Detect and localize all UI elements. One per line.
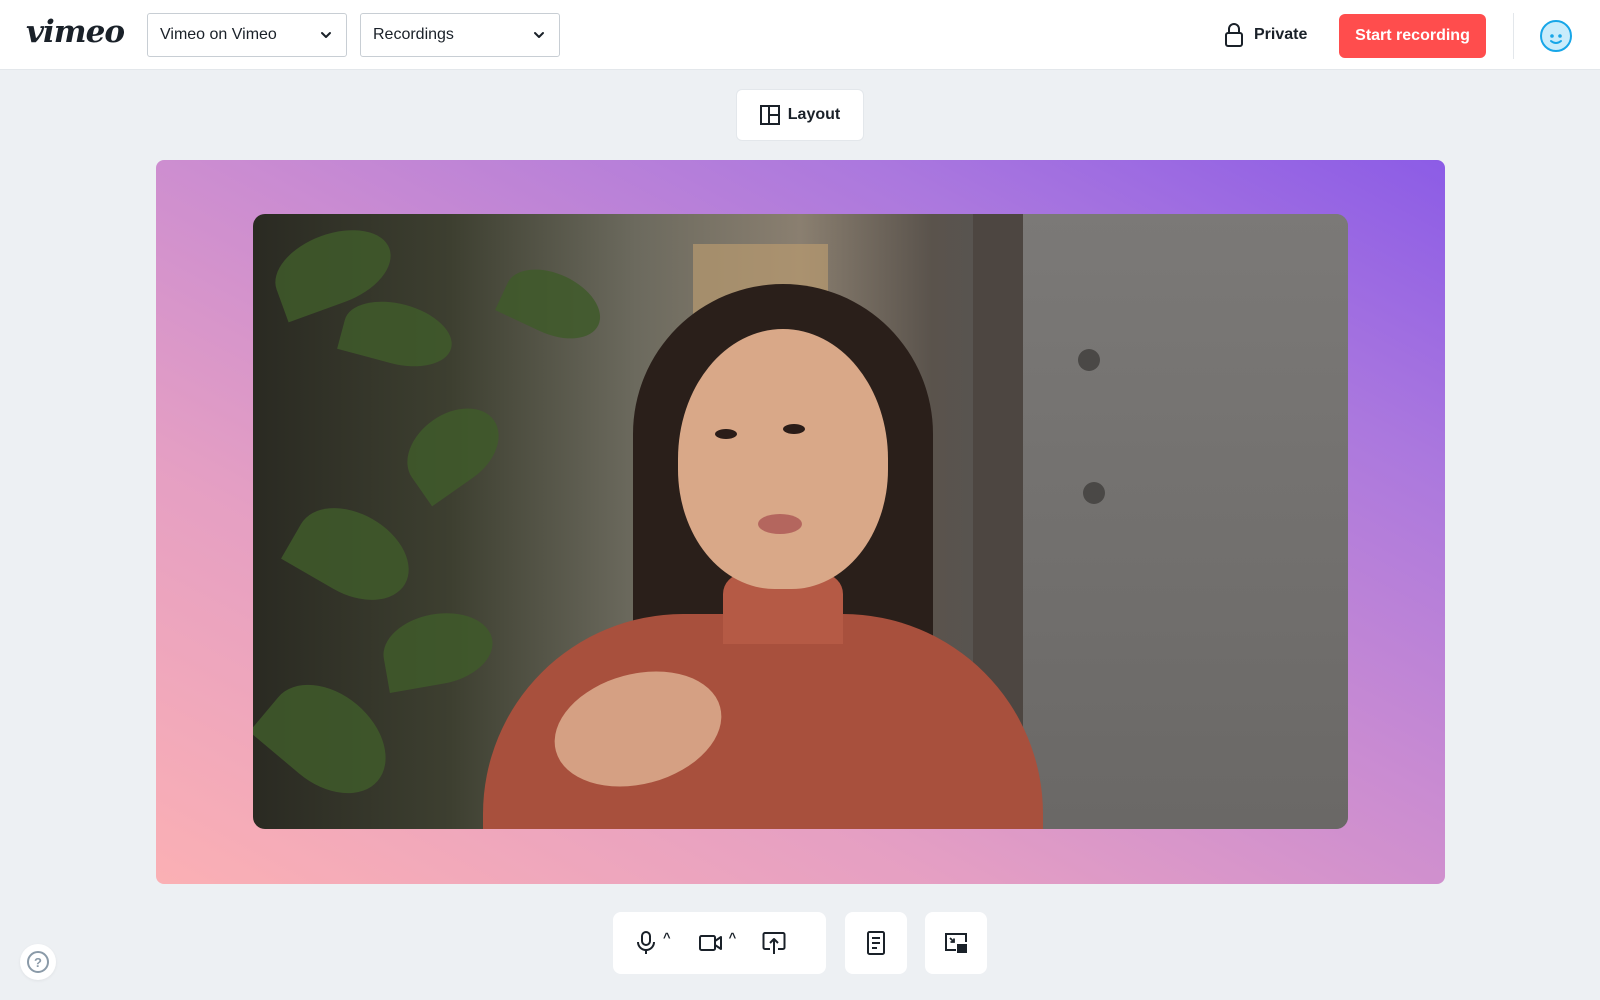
help-question-icon: ? — [27, 951, 49, 973]
folder-select[interactable]: Recordings — [360, 13, 560, 57]
top-bar: vimeo Vimeo on Vimeo Recordings Private … — [0, 0, 1600, 70]
vimeo-logo[interactable]: vimeo — [26, 14, 125, 50]
plant-leaf — [495, 255, 611, 353]
plant-leaf — [391, 391, 515, 507]
recording-stage — [156, 160, 1445, 884]
layout-label: Layout — [787, 106, 841, 123]
smiley-avatar-icon — [1540, 20, 1572, 52]
share-screen-button[interactable] — [762, 931, 786, 955]
folder-select-value: Recordings — [373, 26, 454, 43]
help-glyph: ? — [34, 955, 42, 970]
plant-leaf — [253, 662, 407, 816]
plant-leaf — [281, 489, 425, 619]
notes-control — [845, 912, 907, 974]
privacy-label: Private — [1254, 26, 1308, 43]
person-eye — [783, 424, 805, 434]
camera-button[interactable] — [698, 934, 723, 952]
notes-document-icon — [867, 931, 885, 955]
header-divider — [1513, 13, 1514, 59]
camera-options-caret[interactable]: ^ — [729, 931, 737, 944]
microphone-icon — [637, 931, 655, 954]
screen-share-icon — [762, 932, 786, 954]
plant-leaf — [377, 604, 499, 694]
privacy-button[interactable]: Private — [1224, 20, 1307, 50]
wall-bolt — [1083, 482, 1105, 504]
microphone-button[interactable] — [635, 931, 657, 955]
microphone-options-caret[interactable]: ^ — [663, 931, 671, 944]
layout-button[interactable]: Layout — [736, 89, 864, 141]
person-mouth — [758, 514, 802, 534]
layout-grid-icon — [759, 105, 780, 125]
help-button[interactable]: ? — [20, 944, 56, 980]
picture-in-picture-icon — [945, 933, 967, 953]
notes-button[interactable] — [866, 931, 886, 955]
media-controls: ^ ^ — [613, 912, 826, 974]
picture-in-picture-button[interactable] — [944, 932, 968, 954]
pip-control — [925, 912, 987, 974]
background-wall — [1023, 214, 1348, 829]
plant-leaf — [337, 290, 459, 378]
video-camera-icon — [698, 935, 722, 951]
camera-preview — [253, 214, 1348, 829]
person-eye — [715, 429, 737, 439]
user-avatar[interactable] — [1540, 20, 1572, 52]
wall-bolt — [1078, 349, 1100, 371]
team-select[interactable]: Vimeo on Vimeo — [147, 13, 347, 57]
lock-icon — [1225, 23, 1243, 47]
chevron-down-icon — [534, 32, 544, 38]
team-select-value: Vimeo on Vimeo — [160, 26, 277, 43]
start-recording-button[interactable]: Start recording — [1339, 14, 1486, 58]
person-face — [678, 329, 888, 589]
chevron-down-icon — [321, 32, 331, 38]
